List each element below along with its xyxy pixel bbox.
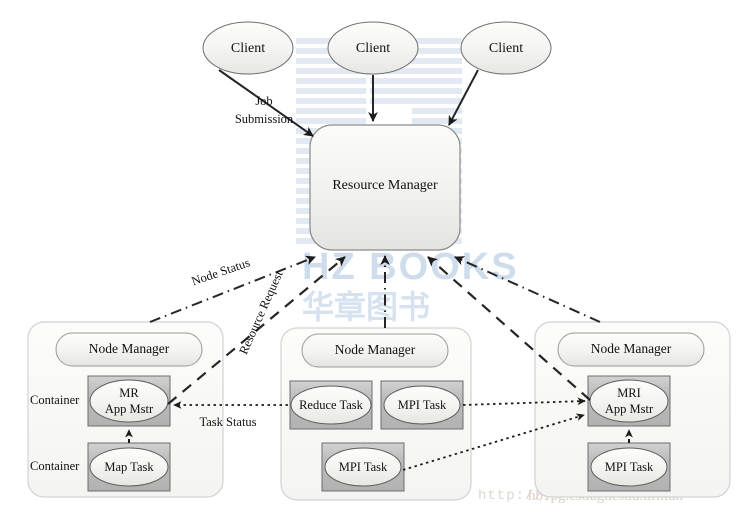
edge-label-node-status: Node Status [190, 255, 252, 288]
edge-label-job-submission-line2: Submission [235, 112, 294, 126]
diagram-canvas: HZ BOOKS 华章图书 http:// hb1pg.csdugnesdu.t… [0, 0, 756, 516]
container-label-2: Container [30, 459, 80, 473]
container-label-1: Container [30, 393, 80, 407]
edge-label-job-submission-line1: Job [255, 94, 272, 108]
edge-label-task-status: Task Status [199, 415, 256, 429]
edge-label-resource-request: Resource Request [236, 268, 286, 356]
label-layer: Job Submission Node Status Resource Requ… [30, 94, 294, 473]
